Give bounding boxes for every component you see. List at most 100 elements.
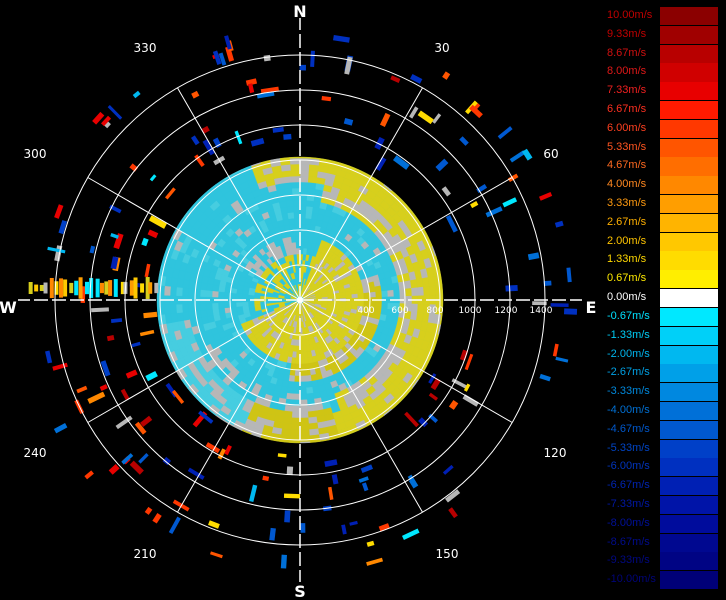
- echo-cell: [206, 308, 214, 317]
- echo-cell: [299, 393, 308, 401]
- legend-swatch: [660, 289, 718, 308]
- legend-label: -6.00m/s: [607, 460, 650, 473]
- clutter-echo: [99, 384, 108, 391]
- clutter-echo: [87, 391, 106, 404]
- clutter-echo: [361, 482, 369, 492]
- echo-cell: [380, 284, 388, 292]
- clutter-echo: [144, 506, 153, 515]
- legend-swatch: [660, 213, 718, 232]
- echo-cell: [387, 289, 395, 298]
- legend-entry: 1.33m/s: [603, 251, 718, 270]
- echo-cell: [411, 303, 419, 313]
- echo-cell: [291, 411, 301, 419]
- echo-cell: [299, 369, 306, 377]
- clutter-echo: [250, 137, 265, 147]
- echo-cell: [288, 217, 295, 225]
- clutter-echo: [63, 279, 68, 297]
- legend-entry: -10.00m/s: [603, 571, 718, 590]
- legend-label: -10.00m/s: [607, 573, 656, 586]
- legend-label: 10.00m/s: [607, 9, 653, 21]
- echo-cell: [223, 291, 231, 298]
- echo-cell: [265, 300, 273, 304]
- echo-cell: [310, 374, 318, 382]
- legend-entry: 6.00m/s: [603, 119, 718, 138]
- clutter-echo: [95, 278, 100, 298]
- echo-cell: [423, 286, 431, 296]
- echo-cell: [307, 410, 317, 418]
- echo-cell: [339, 294, 347, 299]
- clutter-echo: [49, 277, 54, 299]
- azimuth-label-210: 210: [134, 547, 157, 561]
- legend-label: 2.00m/s: [607, 234, 647, 247]
- range-label-1000: 1000: [459, 306, 482, 316]
- legend-swatch: [660, 326, 718, 345]
- velocity-color-legend: 10.00m/s 9.33m/s 8.67m/s 8.00m/s 7.33m/s 6.67…: [603, 7, 718, 590]
- echo-cell: [299, 175, 309, 183]
- clutter-echo: [262, 475, 270, 482]
- legend-swatch: [660, 420, 718, 439]
- clutter-echo: [45, 350, 53, 364]
- clutter-echo: [280, 554, 287, 569]
- radar-ppi-display: N S E W 30 60 120 150 210 240 300 330 40…: [0, 2, 596, 600]
- echo-cell: [282, 176, 292, 184]
- echo-cell: [291, 241, 297, 249]
- echo-cell: [282, 416, 292, 424]
- echo-cell: [299, 441, 311, 444]
- legend-entry: -1.33m/s: [603, 326, 718, 345]
- echo-cell: [351, 293, 359, 299]
- legend-entry: -6.00m/s: [603, 458, 718, 477]
- clutter-echo: [442, 71, 451, 80]
- legend-swatch: [660, 82, 718, 101]
- legend-entry: -2.00m/s: [603, 345, 718, 364]
- clutter-echo: [263, 54, 271, 62]
- legend-swatch: [660, 101, 718, 120]
- legend-swatch: [660, 251, 718, 270]
- legend-swatch: [660, 176, 718, 195]
- echo-cell: [217, 302, 225, 309]
- echo-cell: [229, 292, 237, 298]
- echo-cell: [293, 211, 301, 219]
- clutter-echo: [470, 201, 479, 209]
- echo-cell: [241, 301, 249, 307]
- echo-cell: [289, 441, 301, 444]
- clutter-echo: [277, 453, 287, 458]
- echo-cell: [299, 169, 310, 177]
- clutter-echo: [552, 343, 559, 357]
- clutter-echo: [441, 186, 451, 197]
- legend-label: 7.33m/s: [607, 84, 647, 97]
- echo-cell: [253, 301, 261, 306]
- echo-cell: [294, 223, 301, 231]
- clutter-echo: [139, 329, 155, 337]
- echo-cell: [299, 423, 310, 431]
- echo-cell: [299, 411, 309, 419]
- echo-cell: [286, 206, 295, 214]
- clutter-echo: [390, 75, 401, 83]
- legend-swatch: [660, 138, 718, 157]
- echo-cell: [280, 164, 292, 172]
- legend-entry: 8.00m/s: [603, 63, 718, 82]
- clutter-echo: [485, 206, 503, 218]
- echo-cell: [306, 200, 315, 208]
- echo-cell: [308, 176, 318, 184]
- clutter-echo: [328, 486, 334, 500]
- azimuth-label-150: 150: [436, 547, 459, 561]
- clutter-echo: [550, 303, 569, 307]
- clutter-echo: [459, 136, 469, 146]
- clutter-echo: [272, 126, 284, 133]
- clutter-echo: [539, 373, 551, 382]
- echo-cell: [411, 287, 419, 297]
- echo-cell: [435, 284, 443, 296]
- legend-label: -5.33m/s: [607, 441, 650, 454]
- legend-swatch: [660, 345, 718, 364]
- legend-label: -8.00m/s: [607, 516, 650, 529]
- echo-cell: [294, 217, 301, 225]
- echo-cell: [291, 405, 301, 413]
- echo-cell: [181, 303, 189, 313]
- echo-cell: [299, 387, 307, 395]
- clutter-echo: [505, 284, 518, 292]
- legend-entry: 8.67m/s: [603, 44, 718, 63]
- echo-cell: [287, 212, 295, 220]
- legend-entry: 5.33m/s: [603, 138, 718, 157]
- echo-cell: [386, 283, 394, 292]
- echo-cell: [308, 428, 320, 436]
